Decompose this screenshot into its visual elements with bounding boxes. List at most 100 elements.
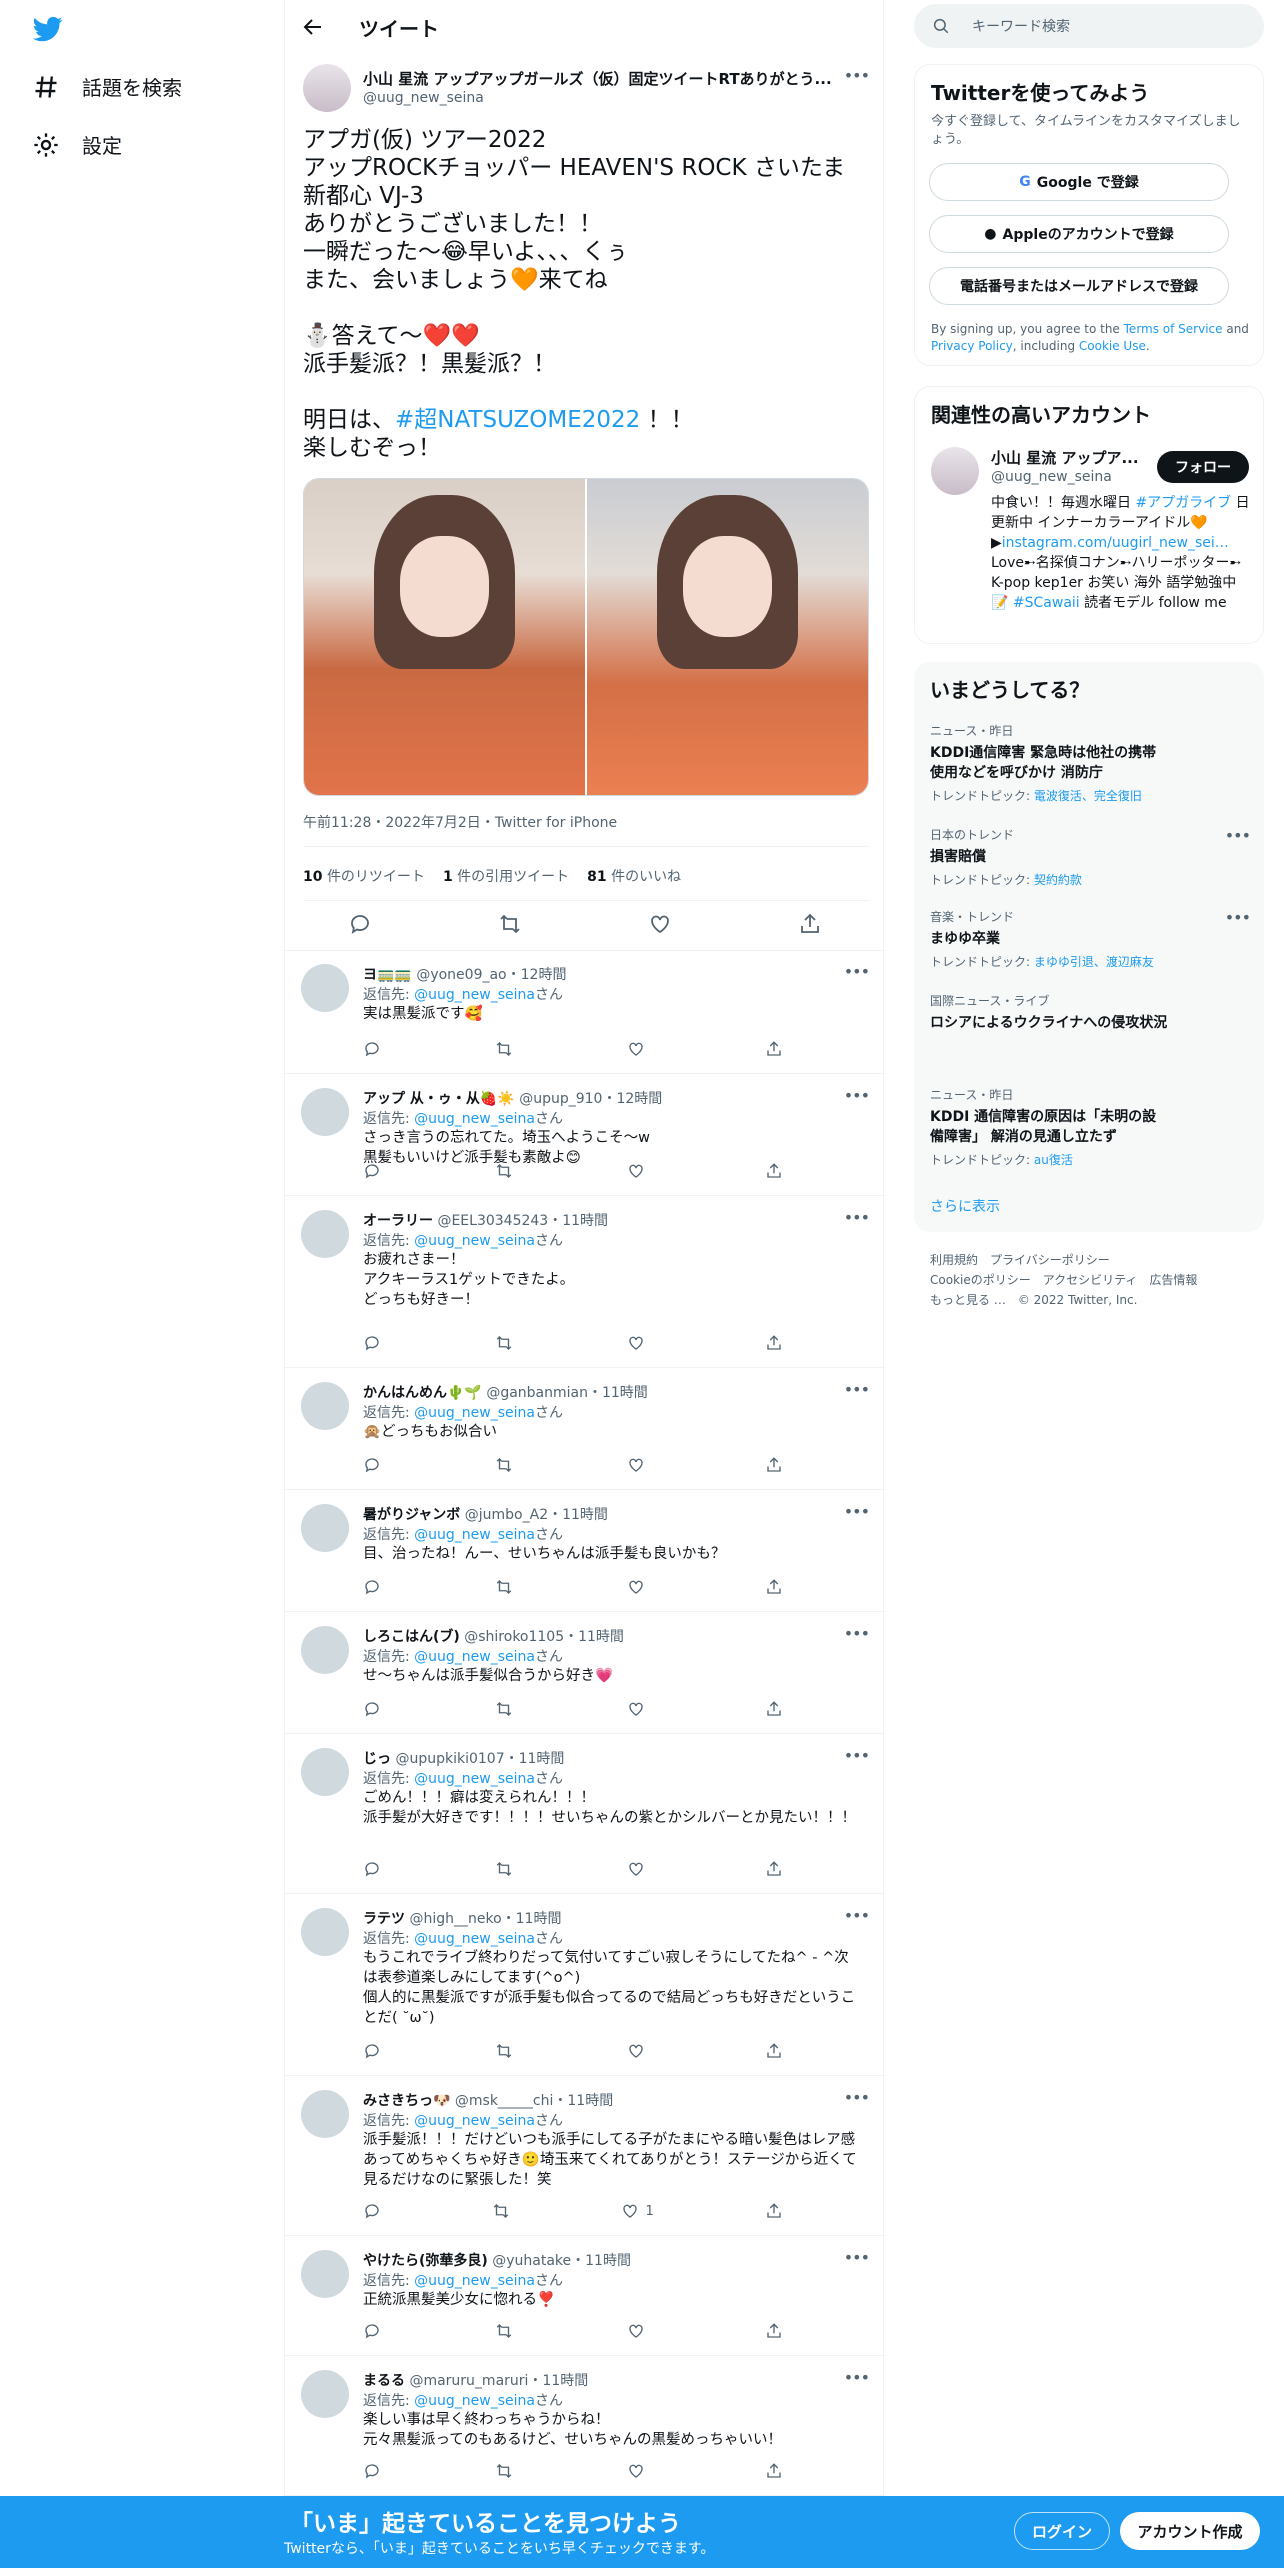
reply-avatar[interactable] (301, 1908, 349, 1956)
reply-share-button[interactable] (765, 1162, 783, 1180)
phone-signup-button[interactable]: 電話番号またはメールアドレスで登録 (929, 267, 1229, 305)
reply-retweet-button[interactable] (495, 1040, 513, 1058)
reply-share-button[interactable] (765, 1334, 783, 1352)
retweet-icon[interactable] (498, 912, 522, 936)
reply-item[interactable]: かんはんめん🌵🌱 @ganbanmian・11時間 ••• 返信先: @uug_ne… (285, 1368, 885, 1490)
reply-retweet-button[interactable] (495, 1700, 513, 1718)
reply-item[interactable]: アップ 从・ゥ・从🍓☀️ @upup_910・12時間 ••• 返信先: @uug_… (285, 1074, 885, 1196)
reply-share-button[interactable] (765, 1456, 783, 1474)
more-icon[interactable]: ••• (844, 2088, 870, 2107)
reply-to-link[interactable]: @uug_new_seina (414, 2393, 535, 2409)
reply-reply-button[interactable] (363, 2202, 381, 2220)
reply-share-button[interactable] (765, 2462, 783, 2480)
reply-like-button[interactable] (627, 2042, 651, 2060)
reply-reply-button[interactable] (363, 2042, 381, 2060)
reply-retweet-button[interactable] (495, 2042, 513, 2060)
reply-to-link[interactable]: @uug_new_seina (414, 1771, 535, 1787)
reply-author-name[interactable]: かんはんめん🌵🌱 (363, 1385, 482, 1401)
reply-like-button[interactable] (627, 1860, 651, 1878)
reply-avatar[interactable] (301, 1088, 349, 1136)
privacy-link[interactable]: Privacy Policy (931, 339, 1013, 353)
google-signup-button[interactable]: G Google で登録 (929, 163, 1229, 201)
reply-handle-time[interactable]: @yuhatake・11時間 (492, 2253, 631, 2269)
author-name[interactable]: 小山 星流 アップアップガールズ（仮）固定ツイートRTありがとう... (363, 68, 833, 89)
more-icon[interactable]: ••• (844, 66, 870, 85)
reply-like-button[interactable] (627, 1334, 651, 1352)
more-icon[interactable]: ••• (844, 2368, 870, 2387)
reply-reply-button[interactable] (363, 1456, 381, 1474)
reply-author-name[interactable]: アップ 从・ゥ・从🍓☀️ (363, 1091, 515, 1107)
bio-hashtag-link[interactable]: #アプガライブ (1135, 495, 1231, 511)
reply-retweet-button[interactable] (495, 2322, 513, 2340)
like-icon[interactable] (648, 912, 672, 936)
reply-item[interactable]: 暑がりジャンボ @jumbo_A2・11時間 ••• 返信先: @uug_new_s… (285, 1490, 885, 1612)
more-icon[interactable]: ••• (1225, 826, 1251, 845)
reply-like-button[interactable] (627, 1040, 651, 1058)
reply-share-button[interactable] (765, 1040, 783, 1058)
reply-item[interactable]: やけたら(弥華多良) @yuhatake・11時間 ••• 返信先: @uug_ne… (285, 2236, 885, 2356)
reply-to-link[interactable]: @uug_new_seina (414, 2113, 535, 2129)
apple-signup-button[interactable]: ● Appleのアカウントで登録 (929, 215, 1229, 253)
reply-item[interactable]: ラテツ @high__neko・11時間 ••• 返信先: @uug_new_sei… (285, 1894, 885, 2076)
more-icon[interactable]: ••• (844, 1502, 870, 1521)
bio-instagram-link[interactable]: instagram.com/uugirl_new_sei… (1002, 535, 1229, 551)
follow-button[interactable]: フォロー (1157, 451, 1249, 483)
reply-to-link[interactable]: @uug_new_seina (414, 1931, 535, 1947)
reply-avatar[interactable] (301, 1382, 349, 1430)
reply-retweet-button[interactable] (495, 2462, 513, 2480)
more-icon[interactable]: ••• (844, 1746, 870, 1765)
reply-avatar[interactable] (301, 1504, 349, 1552)
reply-like-button[interactable] (627, 1578, 651, 1596)
tweet-meta[interactable]: 午前11:28・2022年7月2日・Twitter for iPhone (303, 812, 617, 832)
reply-author-name[interactable]: ヨ🚃🚃 (363, 967, 412, 983)
reply-handle-time[interactable]: @EEL30345243・11時間 (437, 1213, 608, 1229)
reply-reply-button[interactable] (363, 1162, 381, 1180)
reply-icon[interactable] (348, 912, 372, 936)
reply-author-name[interactable]: しろこはん(ブ) (363, 1629, 460, 1645)
reply-author-name[interactable]: 暑がりジャンボ (363, 1507, 460, 1523)
retweets-stat[interactable]: 10 件のリツイート (303, 866, 425, 886)
reply-retweet-button[interactable] (495, 1456, 513, 1474)
reply-share-button[interactable] (765, 2042, 783, 2060)
footer-line-1[interactable]: 利用規約 プライバシーポリシー (930, 1250, 1197, 1270)
reply-retweet-button[interactable] (495, 1334, 513, 1352)
reply-to-link[interactable]: @uug_new_seina (414, 1649, 535, 1665)
reply-share-button[interactable] (765, 1700, 783, 1718)
reply-to-link[interactable]: @uug_new_seina (414, 1527, 535, 1543)
trend-topic-link[interactable]: au復活 (1034, 1153, 1073, 1167)
reply-to-link[interactable]: @uug_new_seina (414, 1405, 535, 1421)
reply-reply-button[interactable] (363, 2322, 381, 2340)
reply-item[interactable]: みさきちっ🐶 @msk_____chi・11時間 ••• 返信先: @uug_new… (285, 2076, 885, 2236)
reply-handle-time[interactable]: @high__neko・11時間 (409, 1911, 561, 1927)
reply-like-button[interactable] (627, 1700, 651, 1718)
related-handle[interactable]: @uug_new_seina (991, 469, 1112, 485)
reply-reply-button[interactable] (363, 1700, 381, 1718)
more-icon[interactable]: ••• (844, 1380, 870, 1399)
related-name[interactable]: 小山 星流 アップア... (991, 447, 1139, 468)
more-icon[interactable]: ••• (844, 962, 870, 981)
reply-like-button[interactable] (627, 1456, 651, 1474)
tweet-photo-2[interactable] (587, 479, 868, 795)
reply-to-link[interactable]: @uug_new_seina (414, 1233, 535, 1249)
trend-topic-link[interactable]: 契約約款 (1034, 873, 1082, 887)
reply-to-link[interactable]: @uug_new_seina (414, 1111, 535, 1127)
trend-item[interactable]: 国際ニュース・ライブ ロシアによるウクライナへの侵攻状況 (930, 992, 1250, 1033)
bio-hashtag-link-2[interactable]: #SCawaii (1013, 595, 1080, 611)
reply-handle-time[interactable]: @jumbo_A2・11時間 (465, 1507, 608, 1523)
terms-link[interactable]: Terms of Service (1124, 322, 1223, 336)
login-button[interactable]: ログイン (1014, 2512, 1110, 2550)
reply-author-name[interactable]: じっ (363, 1751, 391, 1767)
likes-stat[interactable]: 81 件のいいね (587, 866, 681, 886)
footer-line-2[interactable]: Cookieのポリシー アクセシビリティ 広告情報 (930, 1270, 1197, 1290)
reply-avatar[interactable] (301, 2370, 349, 2418)
reply-handle-time[interactable]: @yone09_ao・12時間 (416, 967, 566, 983)
reply-item[interactable]: ヨ🚃🚃 @yone09_ao・12時間 ••• 返信先: @uug_new_sein… (285, 950, 885, 1074)
back-arrow-icon[interactable] (301, 15, 325, 39)
reply-share-button[interactable] (765, 1860, 783, 1878)
reply-like-button[interactable] (627, 2322, 651, 2340)
signup-button[interactable]: アカウント作成 (1120, 2512, 1260, 2550)
reply-author-name[interactable]: オーラリー (363, 1213, 433, 1229)
reply-author-name[interactable]: まるる (363, 2373, 405, 2389)
reply-author-name[interactable]: みさきちっ🐶 (363, 2093, 450, 2109)
more-icon[interactable]: ••• (844, 1208, 870, 1227)
